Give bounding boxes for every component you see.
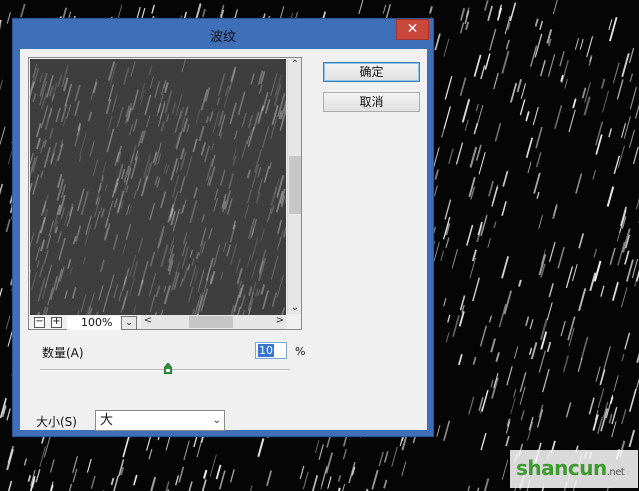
preview-horizontal-scrollbar[interactable]: < > [141, 315, 287, 329]
site-watermark-logo: shancun.net [510, 450, 638, 488]
zoom-in-button[interactable]: + [51, 317, 62, 328]
scroll-up-icon[interactable]: ⌃ [288, 59, 302, 70]
chevron-down-icon: ⌄ [212, 415, 221, 426]
scroll-left-icon[interactable]: < [141, 315, 155, 326]
dialog-title: 波纹 [209, 30, 236, 45]
dialog-titlebar[interactable]: 波纹 ✕ [13, 19, 433, 49]
preview-panel: ⌃ ⌄ − + 100% ⌄ < > [28, 57, 302, 330]
dialog-body: ⌃ ⌄ − + 100% ⌄ < > 确定 取消 数量(A) 10 % 大小(S… [20, 49, 427, 431]
horizontal-scroll-thumb[interactable] [189, 316, 233, 328]
amount-label: 数量(A) [42, 346, 84, 360]
zoom-dropdown-button[interactable]: ⌄ [121, 316, 137, 330]
zoom-out-button[interactable]: − [34, 317, 45, 328]
scroll-right-icon[interactable]: > [273, 315, 287, 326]
scroll-down-icon[interactable]: ⌄ [288, 302, 302, 313]
watermark-suffix: .net [606, 467, 625, 478]
amount-value: 10 [258, 344, 274, 357]
amount-slider-thumb[interactable] [163, 363, 172, 374]
size-select[interactable]: 大 ⌄ [95, 410, 225, 431]
watermark-text: shancun [516, 456, 607, 480]
preview-vertical-scrollbar[interactable]: ⌃ ⌄ [287, 58, 301, 314]
preview-image[interactable] [30, 59, 286, 315]
ok-button[interactable]: 确定 [323, 62, 420, 82]
vertical-scroll-thumb[interactable] [289, 156, 301, 214]
close-icon: ✕ [406, 21, 419, 37]
cancel-button[interactable]: 取消 [323, 92, 420, 112]
ripple-filter-dialog: 波纹 ✕ ⌃ ⌄ − + 100% ⌄ < > 确定 取消 数量(A) 10 %… [12, 18, 434, 437]
amount-input[interactable]: 10 [255, 342, 287, 359]
close-button[interactable]: ✕ [396, 19, 429, 40]
amount-unit: % [295, 345, 306, 358]
size-label: 大小(S) [36, 415, 77, 429]
size-selected-value: 大 [100, 413, 114, 428]
